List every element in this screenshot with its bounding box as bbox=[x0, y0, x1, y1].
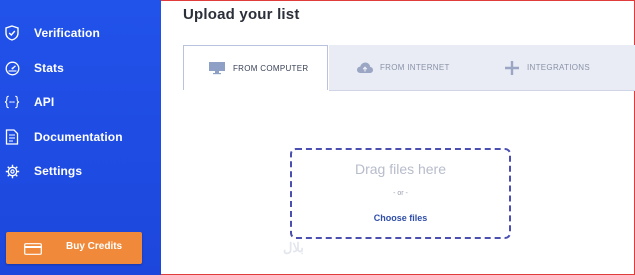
upload-source-tabs: FROM COMPUTER FROM INTERNET INTEGRATIONS bbox=[183, 45, 635, 91]
sidebar-item-verification[interactable]: Verification bbox=[0, 19, 161, 47]
gear-icon bbox=[4, 163, 20, 179]
tab-label: FROM INTERNET bbox=[380, 63, 450, 72]
tab-integrations[interactable]: INTEGRATIONS bbox=[503, 45, 635, 90]
sidebar-item-label: Settings bbox=[34, 164, 83, 178]
sidebar-item-label: Verification bbox=[34, 26, 100, 40]
tab-from-computer[interactable]: FROM COMPUTER bbox=[183, 45, 328, 90]
sidebar-item-api[interactable]: API bbox=[0, 88, 161, 116]
monitor-icon bbox=[208, 61, 226, 75]
tab-from-internet[interactable]: FROM INTERNET bbox=[353, 45, 493, 90]
page-title: Upload your list bbox=[183, 6, 300, 23]
tab-label: INTEGRATIONS bbox=[527, 63, 591, 72]
braces-icon bbox=[4, 94, 20, 110]
buy-credits-label: Buy Credits bbox=[66, 241, 123, 252]
tab-label: FROM COMPUTER bbox=[233, 63, 309, 73]
gauge-icon bbox=[4, 60, 20, 76]
sidebar: Verification Stats API Documentation Set… bbox=[0, 0, 161, 275]
sidebar-item-label: Stats bbox=[34, 61, 64, 75]
sidebar-item-settings[interactable]: Settings bbox=[0, 157, 161, 185]
file-dropzone[interactable]: Drag files here - or - Choose files bbox=[290, 148, 511, 239]
choose-files-link[interactable]: Choose files bbox=[292, 213, 509, 223]
plus-icon bbox=[503, 60, 521, 75]
shield-check-icon bbox=[4, 25, 20, 41]
buy-credits-button[interactable]: Buy Credits bbox=[6, 232, 142, 264]
dropzone-heading: Drag files here bbox=[354, 161, 447, 177]
dropzone-or: - or - bbox=[393, 190, 408, 197]
sidebar-item-stats[interactable]: Stats bbox=[0, 54, 161, 82]
watermark-logo: بلال bbox=[283, 240, 304, 255]
credit-card-icon bbox=[24, 242, 42, 255]
cloud-icon bbox=[356, 61, 374, 75]
sidebar-item-label: API bbox=[34, 95, 55, 109]
sidebar-item-documentation[interactable]: Documentation bbox=[0, 123, 161, 151]
sidebar-item-label: Documentation bbox=[34, 130, 123, 144]
document-icon bbox=[4, 129, 20, 145]
